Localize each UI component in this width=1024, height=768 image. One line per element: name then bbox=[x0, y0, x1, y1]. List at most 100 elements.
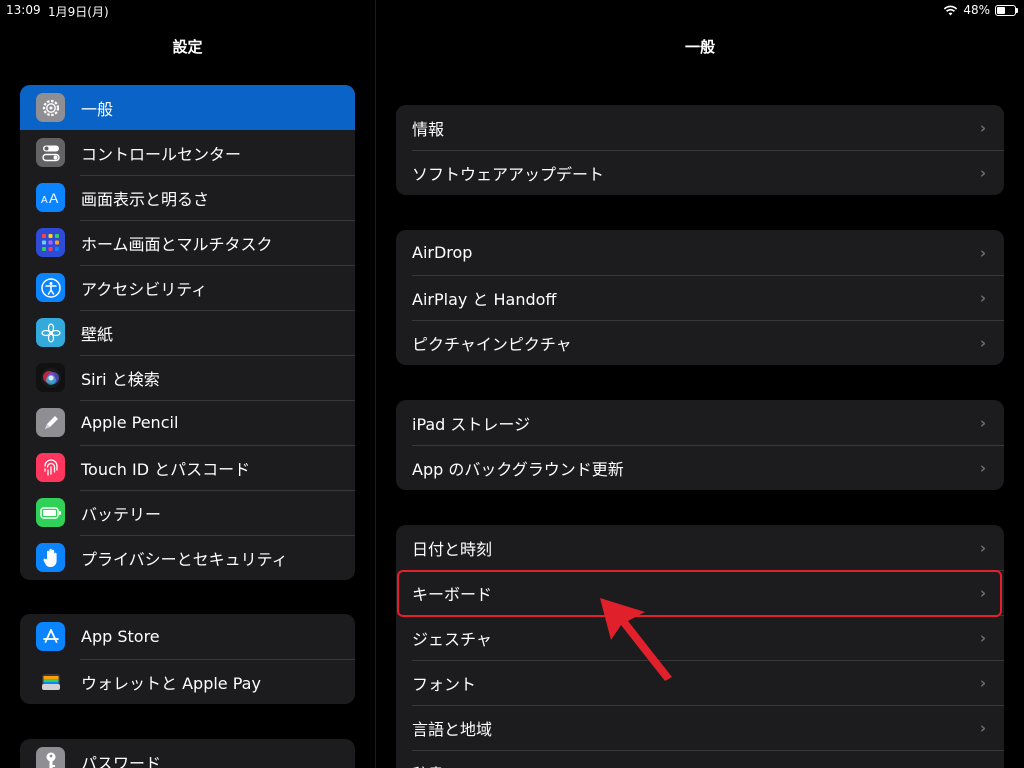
row-label: ピクチャインピクチャ bbox=[412, 334, 572, 354]
sidebar-item-wallpaper[interactable]: 壁紙 bbox=[20, 310, 355, 355]
chevron-right-icon: › bbox=[979, 673, 986, 692]
row-label: 情報 bbox=[412, 119, 445, 139]
row-label: ジェスチャ bbox=[412, 629, 492, 649]
row-language-region[interactable]: 言語と地域 › bbox=[396, 705, 1004, 750]
row-label: 言語と地域 bbox=[412, 719, 493, 739]
row-picture-in-picture[interactable]: ピクチャインピクチャ › bbox=[396, 320, 1004, 365]
sidebar-item-label: ホーム画面とマルチタスク bbox=[81, 234, 273, 254]
sidebar-group-2: App Store ウォレットと Apple Pay bbox=[20, 614, 355, 704]
sidebar-item-accessibility[interactable]: アクセシビリティ bbox=[20, 265, 355, 310]
sidebar-item-label: 壁紙 bbox=[81, 324, 114, 344]
row-fonts[interactable]: フォント › bbox=[396, 660, 1004, 705]
row-about[interactable]: 情報 › bbox=[396, 105, 1004, 150]
row-gestures[interactable]: ジェスチャ › bbox=[396, 615, 1004, 660]
sidebar: 設定 一般 コントロールセンター AA 画面表示と明るさ ホーム画面とマルチタス… bbox=[0, 0, 376, 768]
status-bar: 13:09 1月9日(月) 48% bbox=[0, 0, 1024, 20]
gear-icon bbox=[36, 93, 65, 122]
home-screen-icon bbox=[36, 228, 65, 257]
sidebar-item-general[interactable]: 一般 bbox=[20, 85, 355, 130]
chevron-right-icon: › bbox=[979, 288, 986, 307]
sidebar-item-wallet[interactable]: ウォレットと Apple Pay bbox=[20, 659, 355, 704]
sidebar-item-label: Touch ID とパスコード bbox=[81, 459, 251, 479]
key-icon bbox=[36, 747, 65, 768]
sidebar-item-label: 一般 bbox=[81, 99, 114, 119]
main-panel: 一般 情報 › ソフトウェアアップデート › AirDrop › AirPlay… bbox=[376, 0, 1024, 768]
row-label: AirDrop bbox=[412, 243, 473, 262]
svg-text:A: A bbox=[41, 195, 48, 206]
settings-group-date: 日付と時刻 › キーボード › ジェスチャ › フォント › 言語と地域 › 辞… bbox=[396, 525, 1004, 768]
display-aa-icon: AA bbox=[36, 183, 65, 212]
row-dictionary[interactable]: 辞書 › bbox=[396, 750, 1004, 768]
chevron-right-icon: › bbox=[979, 118, 986, 137]
wifi-icon bbox=[944, 5, 958, 15]
settings-group-airdrop: AirDrop › AirPlay と Handoff › ピクチャインピクチャ… bbox=[396, 230, 1004, 365]
chevron-right-icon: › bbox=[979, 333, 986, 352]
chevron-right-icon: › bbox=[979, 583, 986, 602]
sidebar-item-passwords[interactable]: パスワード bbox=[20, 739, 355, 768]
row-airdrop[interactable]: AirDrop › bbox=[396, 230, 1004, 275]
chevron-right-icon: › bbox=[980, 764, 986, 768]
sidebar-item-privacy[interactable]: プライバシーとセキュリティ bbox=[20, 535, 355, 580]
row-software-update[interactable]: ソフトウェアアップデート › bbox=[396, 150, 1004, 195]
sidebar-item-label: パスワード bbox=[81, 753, 162, 768]
battery-icon bbox=[995, 4, 1018, 16]
wallet-icon bbox=[36, 667, 65, 696]
pencil-icon bbox=[36, 408, 65, 437]
chevron-right-icon: › bbox=[979, 163, 986, 182]
row-airplay-handoff[interactable]: AirPlay と Handoff › bbox=[396, 275, 1004, 320]
sidebar-item-control-center[interactable]: コントロールセンター bbox=[20, 130, 355, 175]
sidebar-item-label: コントロールセンター bbox=[81, 144, 242, 164]
settings-group-storage: iPad ストレージ › App のバックグラウンド更新 › bbox=[396, 400, 1004, 490]
chevron-right-icon: › bbox=[979, 718, 986, 737]
sidebar-item-label: Siri と検索 bbox=[81, 369, 160, 389]
chevron-right-icon: › bbox=[979, 628, 986, 647]
row-label: AirPlay と Handoff bbox=[412, 289, 557, 309]
sidebar-item-label: App Store bbox=[81, 627, 160, 646]
chevron-right-icon: › bbox=[979, 458, 986, 477]
app-store-icon bbox=[36, 622, 65, 651]
sidebar-group-1: 一般 コントロールセンター AA 画面表示と明るさ ホーム画面とマルチタスク ア… bbox=[20, 85, 355, 580]
row-keyboard[interactable]: キーボード › bbox=[396, 570, 1004, 615]
sidebar-title: 設定 bbox=[172, 38, 203, 56]
sidebar-item-siri[interactable]: Siri と検索 bbox=[20, 355, 355, 400]
row-label: App のバックグラウンド更新 bbox=[412, 459, 624, 479]
row-label: ソフトウェアアップデート bbox=[412, 164, 605, 184]
sidebar-item-home-screen[interactable]: ホーム画面とマルチタスク bbox=[20, 220, 355, 265]
hand-icon bbox=[36, 543, 65, 572]
row-label: フォント bbox=[412, 674, 477, 694]
sidebar-item-label: Apple Pencil bbox=[81, 413, 179, 432]
row-background-refresh[interactable]: App のバックグラウンド更新 › bbox=[396, 445, 1004, 490]
control-center-icon bbox=[36, 138, 65, 167]
battery-percent: 48% bbox=[963, 3, 990, 17]
sidebar-item-display[interactable]: AA 画面表示と明るさ bbox=[20, 175, 355, 220]
row-label: 日付と時刻 bbox=[412, 539, 493, 559]
row-ipad-storage[interactable]: iPad ストレージ › bbox=[396, 400, 1004, 445]
chevron-right-icon: › bbox=[979, 413, 986, 432]
sidebar-item-battery[interactable]: バッテリー bbox=[20, 490, 355, 535]
page-title: 一般 bbox=[684, 38, 715, 56]
wallpaper-flower-icon bbox=[36, 318, 65, 347]
sidebar-item-label: アクセシビリティ bbox=[81, 279, 208, 299]
siri-icon bbox=[36, 363, 65, 392]
row-label: iPad ストレージ bbox=[412, 414, 531, 434]
chevron-right-icon: › bbox=[979, 538, 986, 557]
status-time: 13:09 bbox=[6, 3, 41, 17]
row-date-time[interactable]: 日付と時刻 › bbox=[396, 525, 1004, 570]
fingerprint-icon bbox=[36, 453, 65, 482]
status-right: 48% bbox=[943, 3, 1018, 17]
sidebar-item-apple-pencil[interactable]: Apple Pencil bbox=[20, 400, 355, 445]
settings-group-about: 情報 › ソフトウェアアップデート › bbox=[396, 105, 1004, 195]
chevron-right-icon: › bbox=[979, 243, 986, 262]
sidebar-group-3: パスワード bbox=[20, 739, 355, 768]
sidebar-item-label: 画面表示と明るさ bbox=[81, 189, 210, 209]
battery-icon bbox=[36, 498, 65, 527]
svg-text:A: A bbox=[49, 190, 59, 206]
sidebar-item-label: プライバシーとセキュリティ bbox=[81, 549, 288, 569]
row-label: 辞書 bbox=[412, 761, 444, 768]
row-label: キーボード bbox=[412, 584, 493, 604]
sidebar-item-touch-id[interactable]: Touch ID とパスコード bbox=[20, 445, 355, 490]
sidebar-item-label: ウォレットと Apple Pay bbox=[81, 673, 261, 693]
status-date: 1月9日(月) bbox=[48, 5, 109, 19]
sidebar-item-app-store[interactable]: App Store bbox=[20, 614, 355, 659]
sidebar-item-label: バッテリー bbox=[81, 504, 162, 524]
